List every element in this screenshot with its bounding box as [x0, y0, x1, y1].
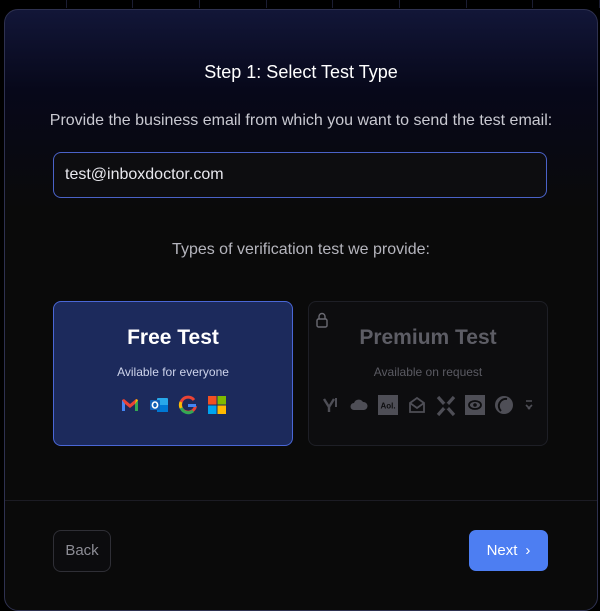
other-icon — [524, 400, 533, 410]
outlook-icon — [149, 398, 168, 412]
next-button-label: Next — [486, 542, 518, 559]
back-button-label: Back — [65, 542, 99, 559]
icloud-icon — [350, 399, 368, 410]
free-test-description: Avilable for everyone — [117, 365, 229, 379]
opera-icon — [494, 396, 513, 414]
page-title: Step 1: Select Test Type — [204, 62, 398, 82]
next-button[interactable]: Next › — [469, 530, 548, 571]
premium-test-title: Premium Test — [359, 326, 497, 349]
aol-icon-label: Aol. — [380, 402, 395, 411]
background-grid — [0, 0, 600, 8]
footer-divider — [5, 500, 597, 501]
free-providers — [54, 395, 292, 415]
back-button[interactable]: Back — [53, 530, 111, 572]
free-test-title: Free Test — [127, 326, 219, 349]
email-input[interactable] — [53, 152, 547, 198]
aol-icon: Aol. — [377, 395, 398, 415]
premium-test-card[interactable]: Premium Test Available on request Aol. — [308, 301, 548, 446]
mailbox-icon — [408, 396, 425, 413]
premium-providers: Aol. — [309, 395, 547, 417]
premium-test-description: Available on request — [373, 365, 483, 379]
x-icon — [436, 395, 455, 417]
email-prompt: Provide the business email from which yo… — [49, 112, 553, 129]
test-types-heading: Types of verification test we provide: — [172, 241, 430, 258]
google-icon — [178, 395, 197, 415]
gmail-icon — [121, 399, 138, 411]
yahoo-icon — [322, 398, 337, 412]
microsoft-icon — [207, 396, 226, 414]
yandex-icon — [464, 395, 485, 415]
select-test-modal: Step 1: Select Test Type Provide the bus… — [4, 9, 598, 611]
free-test-card[interactable]: Free Test Avilable for everyone — [53, 301, 293, 446]
chevron-right-icon: › — [525, 542, 531, 559]
